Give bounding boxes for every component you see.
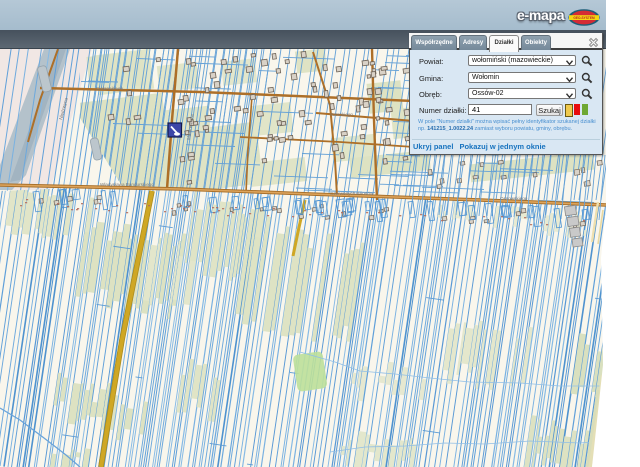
svg-text:Szerokiego: Szerokiego: [330, 112, 353, 117]
svg-text:GEO-SYSTEM: GEO-SYSTEM: [573, 16, 595, 20]
svg-text:Ossowskiego: Ossowskiego: [500, 196, 528, 201]
svg-text:Czerwonych Beretów: Czerwonych Beretów: [330, 191, 374, 196]
svg-text:Ciołanałówek: Ciołanałówek: [96, 86, 124, 91]
svg-text:Władysława Bandurskiego: Władysława Bandurskiego: [100, 182, 154, 187]
